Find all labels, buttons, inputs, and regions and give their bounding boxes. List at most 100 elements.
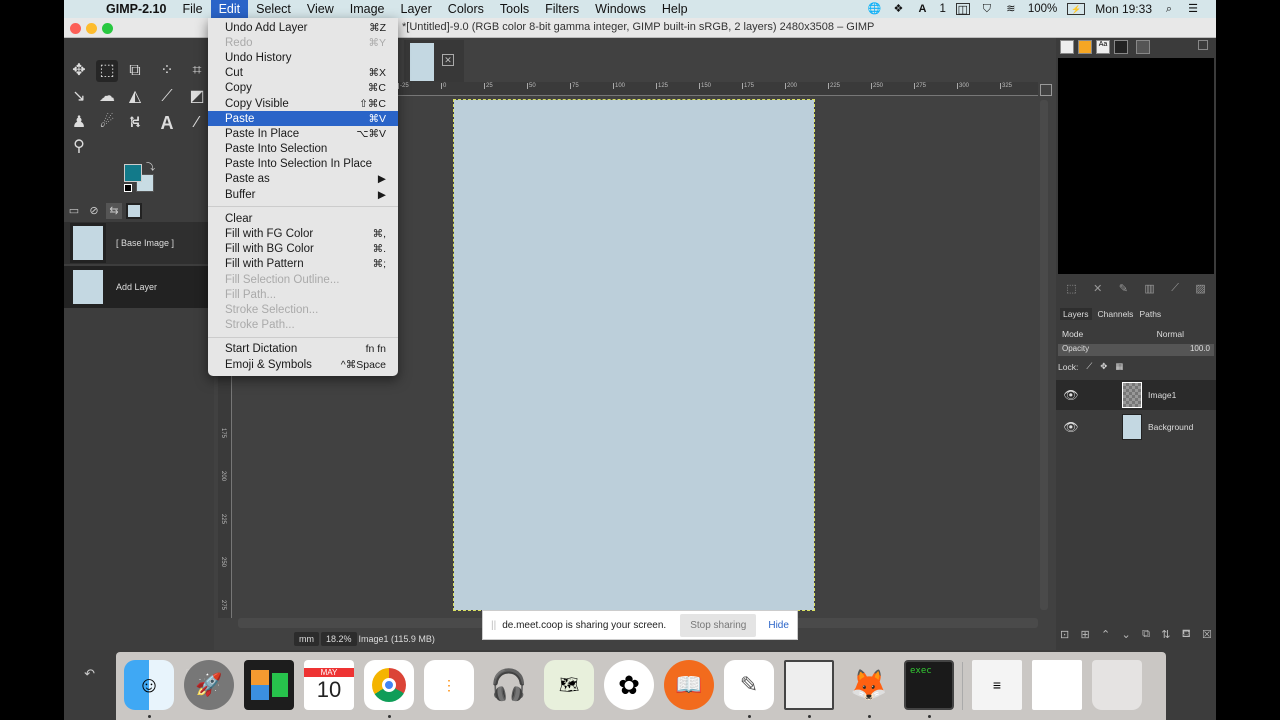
smudge-tool-icon[interactable]: ☄ (96, 112, 118, 134)
lock-alpha-icon[interactable]: ▦ (1115, 361, 1123, 372)
paths-tool-icon[interactable]: ⛕ (124, 112, 146, 134)
images-tab-icon[interactable] (126, 203, 142, 219)
anchor-layer-icon[interactable]: ⇅ (1161, 628, 1170, 642)
menu-select[interactable]: Select (248, 0, 299, 18)
raise-layer-icon[interactable]: ⌃ (1101, 628, 1110, 642)
layer-name[interactable]: Image1 (1148, 390, 1176, 400)
navigate-icon[interactable] (1040, 84, 1052, 96)
zoom-window-button[interactable] (102, 23, 113, 34)
paintbrush-tool-icon[interactable]: ⟋ (156, 86, 178, 108)
edit-menu-item-cut[interactable]: Cut ⌘X (208, 66, 398, 81)
unit-select[interactable]: mm (294, 632, 319, 646)
menu-layer[interactable]: Layer (393, 0, 440, 18)
edit-menu-item-fill-with-fg-color[interactable]: Fill with FG Color ⌘, (208, 226, 398, 241)
canvas-page[interactable] (453, 99, 815, 611)
dock-mission-control[interactable] (244, 660, 294, 710)
edit-menu-item-emoji-symbols[interactable]: Emoji & Symbols ^⌘Space (208, 357, 398, 372)
edit-menu-item-paste[interactable]: Paste ⌘V (208, 111, 398, 127)
drag-handle-icon[interactable]: || (491, 620, 496, 631)
edit-menu-item-buffer[interactable]: Buffer ▶ (208, 187, 398, 202)
foreground-select-tool-icon[interactable]: ⧉ (124, 60, 146, 82)
edit-menu-item-undo-add-layer[interactable]: Undo Add Layer ⌘Z (208, 20, 398, 35)
dock-finder[interactable]: ☺ (124, 660, 174, 710)
edit-menu-item-paste-as[interactable]: Paste as ▶ (208, 172, 398, 187)
close-window-button[interactable] (70, 23, 81, 34)
wifi-icon[interactable]: ≋ (1004, 3, 1018, 15)
edit-menu-item-undo-history[interactable]: Undo History (208, 50, 398, 65)
text-tool-icon[interactable]: A (156, 112, 178, 134)
dock-libreoffice[interactable] (784, 660, 834, 710)
rect-select-tool-icon[interactable]: ⬚ (96, 60, 118, 82)
minimize-window-button[interactable] (86, 23, 97, 34)
move-tool-icon[interactable]: ✥ (68, 60, 90, 82)
selection-icon[interactable]: ⬚ (1066, 282, 1076, 295)
bucket-fill-tool-icon[interactable]: ◭ (124, 86, 146, 108)
edit-menu-item-copy-visible[interactable]: Copy Visible ⇧⌘C (208, 96, 398, 111)
default-colors-icon[interactable] (124, 184, 132, 192)
dropbox-icon[interactable]: ❖ (891, 3, 905, 15)
edit-menu-item-copy[interactable]: Copy ⌘C (208, 81, 398, 96)
visibility-eye-icon[interactable]: 👁 (1056, 420, 1086, 434)
menu-help[interactable]: Help (654, 0, 696, 18)
menu-app-name[interactable]: GIMP-2.10 (102, 0, 174, 18)
opacity-value[interactable]: 100.0 (1190, 344, 1210, 356)
dock-gimp[interactable]: 🦊 (844, 660, 894, 710)
lower-layer-icon[interactable]: ⌄ (1122, 628, 1131, 642)
dock-chrome[interactable] (364, 660, 414, 710)
menu-edit[interactable]: Edit (210, 0, 249, 18)
warp-transform-tool-icon[interactable]: ☁ (96, 86, 118, 108)
tool-options-tab-icon[interactable]: ⊘ (86, 203, 102, 219)
tab-layers[interactable]: Layers (1060, 308, 1092, 320)
duplicate-layer-icon[interactable]: ⧉ (1142, 628, 1150, 642)
edit-menu-item-fill-with-pattern[interactable]: Fill with Pattern ⌘; (208, 257, 398, 272)
crop-tool-icon[interactable]: ⌗ (186, 60, 208, 82)
hide-button[interactable]: Hide (768, 620, 789, 631)
menu-colors[interactable]: Colors (440, 0, 492, 18)
unified-transform-tool-icon[interactable]: ↘ (68, 86, 90, 108)
edit-menu-item-clear[interactable]: Clear (208, 211, 398, 226)
lock-position-icon[interactable]: ✥ (1100, 361, 1107, 372)
channel-icon[interactable]: ▥ (1144, 282, 1154, 295)
undo-history-tab-icon[interactable]: ⇆ (106, 203, 122, 219)
close-image-icon[interactable]: ✕ (442, 54, 454, 66)
opacity-slider[interactable]: Opacity 100.0 (1058, 344, 1214, 356)
fonts-tab-icon[interactable]: Aa (1096, 40, 1110, 54)
dock-preview-doc[interactable] (1032, 660, 1082, 710)
layer-name[interactable]: Background (1148, 422, 1193, 432)
image-tab[interactable]: ✕ (404, 40, 464, 84)
dock-reminders[interactable]: ⋮ (424, 660, 474, 710)
visibility-eye-icon[interactable]: 👁 (1056, 388, 1086, 402)
dock-textedit[interactable]: ✎ (724, 660, 774, 710)
edit-menu-item-paste-into-selection[interactable]: Paste Into Selection (208, 142, 398, 157)
dock-ibooks[interactable]: 📖 (664, 660, 714, 710)
dock-terminal[interactable]: exec (904, 660, 954, 710)
dock-menu-icon[interactable] (1136, 40, 1150, 54)
dock-photos[interactable]: ✿ (604, 660, 654, 710)
edit-menu-item-fill-with-bg-color[interactable]: Fill with BG Color ⌘. (208, 242, 398, 257)
dock-launchpad[interactable]: 🚀 (184, 660, 234, 710)
brushes-tab-icon[interactable] (1060, 40, 1074, 54)
new-layer-group-icon[interactable]: ⊡ (1060, 628, 1069, 642)
gradients-tab-icon[interactable] (1114, 40, 1128, 54)
tab-channels[interactable]: Channels (1098, 309, 1134, 319)
undo-icon[interactable]: ↶ (84, 666, 95, 686)
edit-menu-item-start-dictation[interactable]: Start Dictation fn fn (208, 342, 398, 357)
menu-view[interactable]: View (299, 0, 342, 18)
edit-icon[interactable]: ✎ (1119, 282, 1128, 295)
new-layer-icon[interactable]: ⊞ (1081, 628, 1090, 642)
menu-windows[interactable]: Windows (587, 0, 654, 18)
shield-icon[interactable]: ⛉ (980, 3, 994, 15)
fuzzy-select-tool-icon[interactable]: ⁘ (156, 60, 178, 82)
color-picker-tool-icon[interactable]: ⁄ (186, 112, 208, 134)
foreground-color-swatch[interactable] (124, 164, 142, 182)
menu-filters[interactable]: Filters (537, 0, 587, 18)
vertical-scrollbar[interactable] (1040, 100, 1048, 610)
edit-menu-item-paste-into-selection-in-place[interactable]: Paste Into Selection In Place (208, 157, 398, 172)
mask-layer-icon[interactable]: ⛾ (1182, 628, 1191, 642)
edit-menu-item-paste-in-place[interactable]: Paste In Place ⌥⌘V (208, 126, 398, 141)
horizontal-ruler[interactable]: -25 0 25 50 75 100 125 150 175 200 225 250 275 300 325 (398, 82, 1038, 96)
delete-layer-icon[interactable]: ☒ (1202, 628, 1212, 642)
clone-tool-icon[interactable]: ♟ (68, 112, 90, 134)
notification-center-icon[interactable]: ☰ (1186, 3, 1200, 15)
navigation-preview[interactable] (1058, 58, 1214, 274)
